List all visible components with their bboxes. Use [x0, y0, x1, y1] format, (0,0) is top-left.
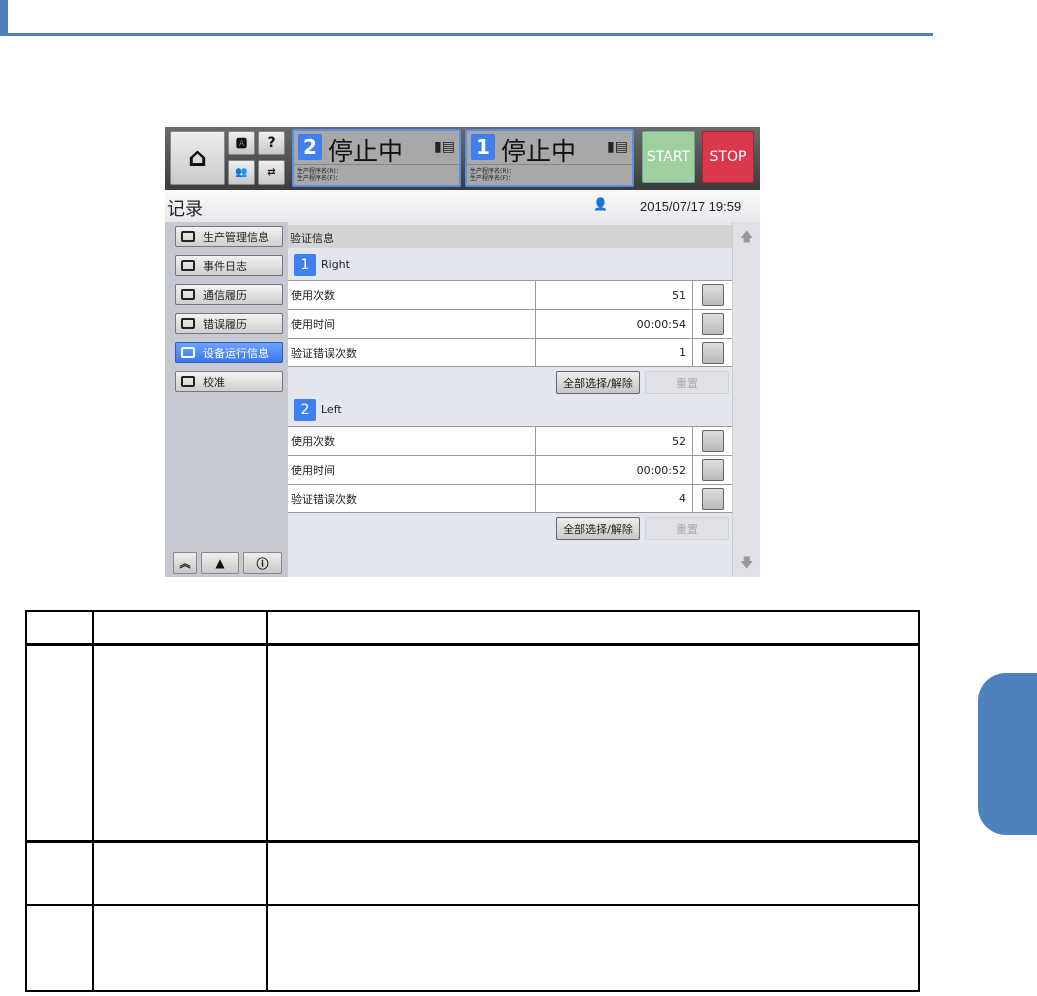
- user-icon: 👤: [593, 197, 608, 211]
- chart-icon: [181, 231, 195, 242]
- row-value: 51: [535, 281, 692, 309]
- program-r: 生产程序名(R)：: [297, 168, 342, 175]
- datetime: 2015/07/17 19:59: [640, 199, 742, 214]
- table-row: 验证错误次数 4: [288, 484, 732, 513]
- row-label: 使用次数: [291, 289, 335, 302]
- top-bar: ⌂ 🅰 ? 👥 ⇄ 2 停止中 ▮▤ 生产程序名(R)： 生产程序名(F)： 1…: [165, 127, 760, 190]
- row-checkbox[interactable]: [701, 459, 724, 481]
- arrow-down-icon[interactable]: 🡇: [740, 554, 753, 576]
- table-row: 验证错误次数 1: [288, 338, 732, 367]
- sidebar-item-calibration[interactable]: 校准: [175, 371, 283, 392]
- sidebar-label: 设备运行信息: [203, 346, 269, 360]
- warning-icon: [181, 318, 195, 329]
- program-f: 生产程序名(F)：: [297, 175, 342, 182]
- calibration-icon: [181, 376, 195, 387]
- language-button[interactable]: 🅰: [228, 131, 255, 155]
- info-button[interactable]: ⓘ: [243, 552, 282, 574]
- program-r: 生产程序名(R)：: [470, 168, 515, 175]
- description-table: [25, 610, 920, 992]
- home-button[interactable]: ⌂: [170, 131, 225, 185]
- page-title: 记录: [167, 199, 203, 220]
- arrow-up-icon[interactable]: 🡅: [740, 228, 753, 250]
- section-badge: 2: [294, 399, 316, 421]
- row-checkbox[interactable]: [701, 313, 724, 335]
- row-checkbox[interactable]: [701, 341, 724, 364]
- table-row: 使用次数 52: [288, 426, 732, 455]
- lane-badge: 2: [298, 134, 322, 160]
- row-value: 52: [535, 427, 692, 455]
- program-icon: ▮▤: [434, 139, 455, 155]
- sidebar-label: 生产管理信息: [203, 230, 269, 244]
- sidebar-label: 校准: [203, 375, 225, 389]
- alarm-button[interactable]: ▲: [201, 552, 239, 574]
- network-button[interactable]: ⇄: [258, 160, 285, 185]
- header-rule: [0, 33, 933, 36]
- help-button[interactable]: ?: [258, 131, 285, 155]
- select-all-button[interactable]: 全部选择/解除: [556, 371, 640, 394]
- table-row: 使用次数 51: [288, 280, 732, 309]
- reset-button[interactable]: 重置: [645, 517, 729, 540]
- sidebar-item-events[interactable]: 事件日志: [175, 255, 283, 276]
- stop-button[interactable]: STOP: [702, 131, 754, 183]
- users-button[interactable]: 👥: [228, 160, 255, 185]
- sidebar-label: 错误履历: [203, 317, 247, 331]
- status-text: 停止中: [328, 137, 404, 166]
- device-icon: [181, 347, 195, 358]
- row-value: 4: [535, 485, 692, 512]
- reset-button[interactable]: 重置: [645, 371, 729, 394]
- row-checkbox[interactable]: [701, 284, 724, 306]
- hmi-screenshot: ⌂ 🅰 ? 👥 ⇄ 2 停止中 ▮▤ 生产程序名(R)： 生产程序名(F)： 1…: [165, 127, 760, 577]
- event-icon: [181, 260, 195, 271]
- row-checkbox[interactable]: [701, 430, 724, 452]
- row-label: 验证错误次数: [291, 492, 357, 506]
- title-bar: 记录 👤 2015/07/17 19:59: [165, 190, 760, 222]
- status-panel-1[interactable]: 1 停止中 ▮▤ 生产程序名(R)： 生产程序名(F)：: [465, 129, 634, 187]
- double-chevron-up-icon: ︽: [179, 557, 191, 570]
- home-icon: ⌂: [188, 143, 207, 173]
- warning-icon: ▲: [215, 556, 225, 570]
- table-row: 使用时间 00:00:52: [288, 455, 732, 484]
- comm-icon: [181, 289, 195, 300]
- collapse-button[interactable]: ︽: [173, 552, 197, 574]
- info-icon: ⓘ: [256, 556, 269, 571]
- sidebar-label: 通信履历: [203, 288, 247, 302]
- network-icon: ⇄: [267, 167, 276, 178]
- sidebar-item-comm[interactable]: 通信履历: [175, 284, 283, 305]
- scrollbar[interactable]: 🡅 🡇: [732, 222, 760, 577]
- language-icon: 🅰: [236, 137, 247, 150]
- row-value: 1: [535, 339, 692, 366]
- start-button[interactable]: START: [642, 131, 695, 183]
- program-icon: ▮▤: [607, 139, 628, 155]
- sidebar-label: 事件日志: [203, 259, 247, 273]
- row-value: 00:00:54: [535, 310, 692, 338]
- sidebar-item-errors[interactable]: 错误履历: [175, 313, 283, 334]
- content-header: 验证信息: [288, 225, 732, 248]
- row-label: 使用次数: [291, 435, 335, 448]
- program-f: 生产程序名(F)：: [470, 175, 515, 182]
- row-checkbox[interactable]: [701, 487, 724, 510]
- section-badge: 1: [294, 254, 316, 276]
- select-all-button[interactable]: 全部选择/解除: [556, 517, 640, 540]
- section-title: Right: [321, 258, 350, 271]
- sidebar: 生产管理信息 事件日志 通信履历 错误履历 设备运行信息 校准 ︽ ▲ ⓘ: [165, 222, 288, 577]
- header-marker: [0, 0, 8, 35]
- help-icon: ?: [267, 135, 276, 151]
- lane-badge: 1: [471, 134, 495, 160]
- chapter-tab: [978, 673, 1037, 835]
- status-text: 停止中: [501, 137, 577, 166]
- sidebar-item-device[interactable]: 设备运行信息: [175, 342, 283, 363]
- users-icon: 👥: [235, 167, 248, 178]
- section-title: Left: [321, 403, 342, 416]
- table-row: 使用时间 00:00:54: [288, 309, 732, 338]
- row-label: 验证错误次数: [291, 346, 357, 360]
- status-panel-2[interactable]: 2 停止中 ▮▤ 生产程序名(R)： 生产程序名(F)：: [292, 129, 461, 187]
- sidebar-item-production[interactable]: 生产管理信息: [175, 226, 283, 247]
- row-label: 使用时间: [291, 464, 335, 477]
- row-label: 使用时间: [291, 318, 335, 331]
- row-value: 00:00:52: [535, 456, 692, 484]
